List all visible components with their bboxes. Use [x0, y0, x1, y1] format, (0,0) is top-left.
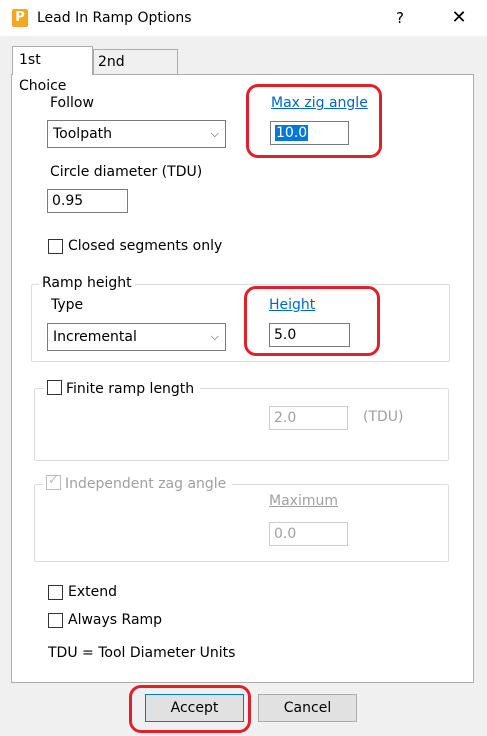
- independent-zag-angle-checkbox[interactable]: ✓: [46, 473, 61, 490]
- tab-panel: Follow Toolpath ⌵ Max zig angle 10.0 Cir…: [11, 74, 474, 683]
- max-zig-angle-link[interactable]: Max zig angle: [271, 95, 368, 111]
- tab-1st-choice[interactable]: 1st Choice: [12, 46, 93, 94]
- maximum-value: 0.0: [274, 526, 297, 542]
- always-ramp-checkbox[interactable]: [48, 613, 63, 628]
- ramp-height-group-title: Ramp height: [39, 275, 135, 291]
- circle-diameter-label: Circle diameter (TDU): [50, 164, 203, 180]
- independent-zag-angle-title: ✓ Independent zag angle: [43, 473, 233, 492]
- checkmark-icon: ✓: [48, 473, 59, 488]
- ramp-type-select-value: Incremental: [53, 329, 137, 345]
- tdu-note: TDU = Tool Diameter Units: [48, 645, 236, 661]
- accept-button[interactable]: Accept: [145, 694, 244, 722]
- circle-diameter-input[interactable]: 0.95: [47, 189, 128, 213]
- finite-ramp-length-value: 2.0: [274, 410, 297, 426]
- independent-zag-angle-group: [34, 484, 449, 562]
- finite-ramp-length-label: Finite ramp length: [66, 381, 195, 397]
- chevron-down-icon: ⌵: [210, 330, 219, 343]
- chevron-down-icon: ⌵: [210, 127, 219, 140]
- ramp-type-select[interactable]: Incremental ⌵: [47, 323, 226, 351]
- extend-checkbox[interactable]: [48, 585, 63, 600]
- maximum-link[interactable]: Maximum: [269, 493, 338, 509]
- finite-ramp-length-title: Finite ramp length: [44, 380, 201, 397]
- follow-select-value: Toolpath: [53, 126, 113, 142]
- closed-segments-label: Closed segments only: [68, 238, 223, 254]
- height-value: 5.0: [274, 327, 297, 343]
- ramp-type-label: Type: [51, 297, 84, 313]
- title-bar: P Lead In Ramp Options ? ✕: [0, 0, 487, 36]
- finite-ramp-length-unit: (TDU): [363, 409, 404, 425]
- finite-ramp-length-input[interactable]: 2.0: [269, 406, 348, 430]
- circle-diameter-value: 0.95: [52, 193, 84, 209]
- max-zig-angle-value: 10.0: [275, 125, 309, 141]
- independent-zag-angle-label: Independent zag angle: [65, 476, 227, 492]
- app-logo-icon: P: [12, 9, 28, 27]
- closed-segments-checkbox[interactable]: [48, 239, 63, 254]
- close-button[interactable]: ✕: [444, 6, 474, 30]
- height-link[interactable]: Height: [269, 297, 315, 313]
- always-ramp-label: Always Ramp: [68, 612, 163, 628]
- help-button[interactable]: ?: [386, 6, 414, 30]
- finite-ramp-length-checkbox[interactable]: [47, 380, 62, 395]
- maximum-input[interactable]: 0.0: [269, 522, 348, 546]
- max-zig-angle-input[interactable]: 10.0: [270, 121, 349, 145]
- follow-select[interactable]: Toolpath ⌵: [47, 120, 226, 148]
- height-input[interactable]: 5.0: [269, 323, 350, 347]
- extend-label: Extend: [68, 584, 117, 600]
- window-title: Lead In Ramp Options: [37, 10, 192, 26]
- tab-2nd-choice[interactable]: 2nd Choice: [93, 49, 178, 94]
- cancel-button[interactable]: Cancel: [258, 694, 357, 722]
